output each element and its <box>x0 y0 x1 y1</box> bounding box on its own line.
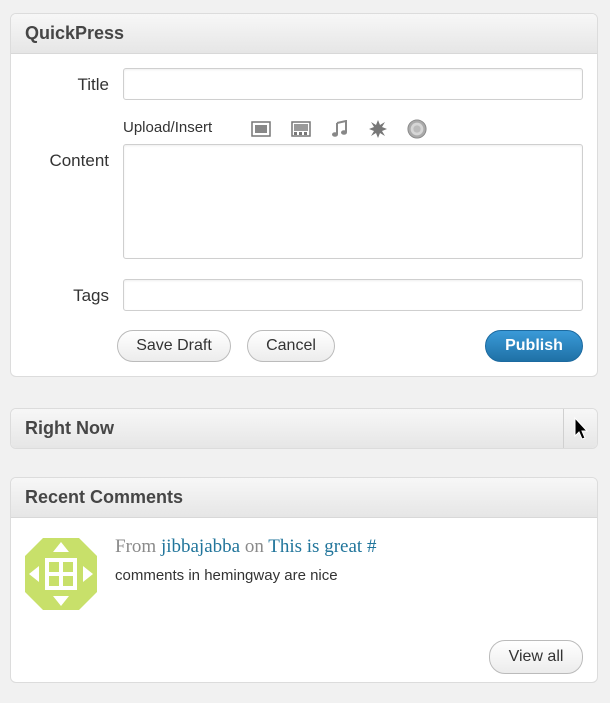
toggle-handle[interactable] <box>563 409 597 448</box>
avatar[interactable] <box>25 538 97 610</box>
comment-post-link[interactable]: This is great <box>268 536 362 557</box>
quickpress-title: QuickPress <box>25 23 125 43</box>
quickpress-header[interactable]: QuickPress <box>11 14 597 54</box>
right-now-title: Right Now <box>25 418 114 438</box>
title-label: Title <box>77 75 110 94</box>
content-label: Content <box>49 151 109 170</box>
title-input[interactable] <box>123 68 583 100</box>
publish-button[interactable]: Publish <box>485 330 583 362</box>
comment-permalink[interactable]: # <box>367 536 377 557</box>
audio-icon[interactable] <box>330 119 350 139</box>
recent-comments-title: Recent Comments <box>25 487 184 507</box>
comment-meta: From jibbajabba on This is great # <box>115 536 376 558</box>
quickpress-widget: QuickPress Title Upload/Insert Content T… <box>10 13 598 377</box>
on-word: on <box>244 536 264 557</box>
tags-label: Tags <box>73 286 109 305</box>
media-icon[interactable] <box>368 119 388 139</box>
tags-input[interactable] <box>123 279 583 311</box>
recent-comments-widget: Recent Comments From jibbajabba on This … <box>10 477 598 683</box>
image-icon[interactable] <box>251 119 271 139</box>
upload-insert-label: Upload/Insert <box>123 119 213 136</box>
recent-comments-header[interactable]: Recent Comments <box>11 478 597 518</box>
content-textarea[interactable] <box>123 144 583 259</box>
right-now-widget: Right Now <box>10 408 598 449</box>
cancel-button[interactable]: Cancel <box>247 330 335 362</box>
save-draft-button[interactable]: Save Draft <box>117 330 231 362</box>
wordpress-icon[interactable] <box>407 119 427 139</box>
comment-text: comments in hemingway are nice <box>115 567 338 584</box>
video-icon[interactable] <box>291 119 311 139</box>
view-all-button[interactable]: View all <box>489 640 583 674</box>
from-word: From <box>115 536 157 557</box>
right-now-header[interactable]: Right Now <box>11 409 597 448</box>
comment-author-link[interactable]: jibbajabba <box>161 536 240 557</box>
cursor-icon <box>574 416 588 440</box>
